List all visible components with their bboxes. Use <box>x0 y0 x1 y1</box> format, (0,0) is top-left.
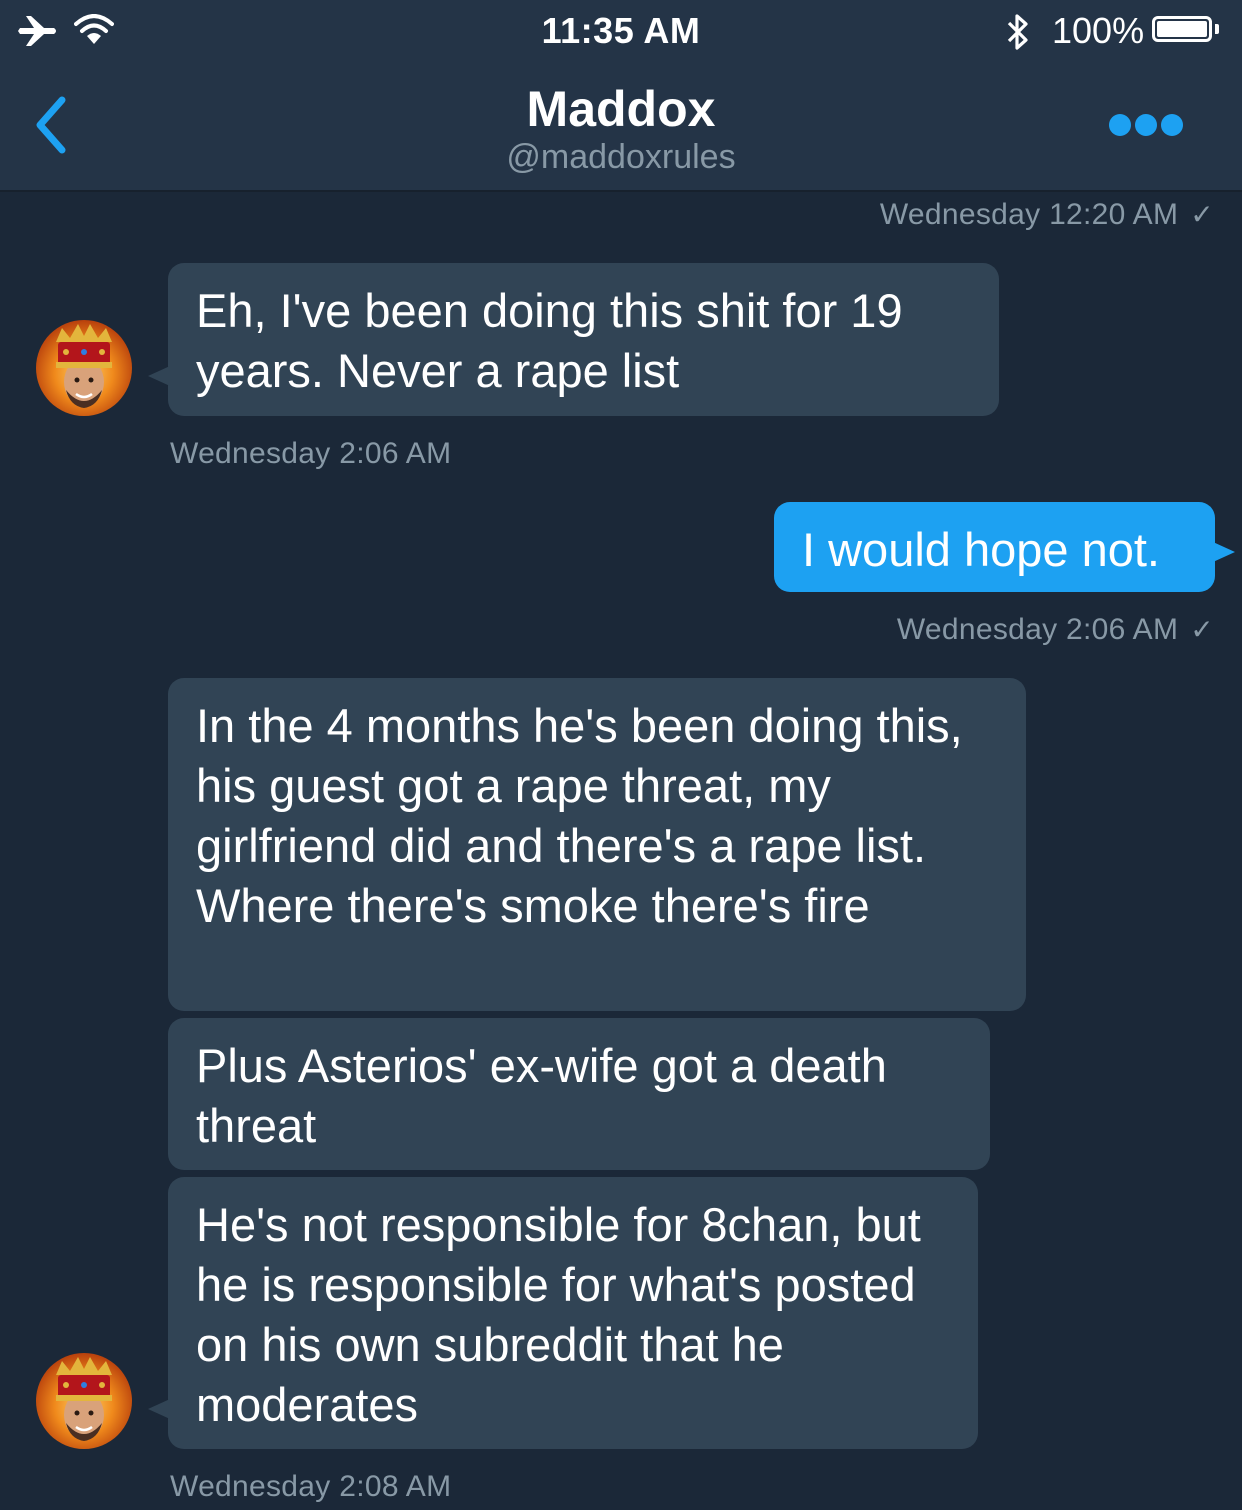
message-bubble[interactable]: He's not responsible for 8chan, but he i… <box>168 1177 978 1449</box>
timestamp-text: Wednesday 2:06 AM <box>896 613 1179 646</box>
battery-icon <box>1152 16 1212 42</box>
message-bubble[interactable]: Plus Asterios' ex-wife got a death threa… <box>168 1018 990 1170</box>
bubble-tail <box>148 1399 170 1419</box>
timestamp-text: Wednesday 12:20 AM <box>879 198 1179 231</box>
message-text: Eh, I've been doing this shit for 19 yea… <box>196 284 903 397</box>
avatar[interactable] <box>36 1353 132 1449</box>
message-timestamp: Wednesday 12:20 AM ✓ <box>700 198 1214 232</box>
bubble-tail <box>1213 542 1235 562</box>
message-bubble[interactable]: I would hope not. <box>774 502 1215 592</box>
bubble-tail <box>148 366 170 386</box>
conversation-handle: @maddoxrules <box>506 138 736 176</box>
avatar[interactable] <box>36 320 132 416</box>
read-check-icon: ✓ <box>1190 614 1214 645</box>
message-text: I would hope not. <box>802 523 1160 576</box>
message-text: He's not responsible for 8chan, but he i… <box>196 1198 921 1431</box>
top-bar: 11:35 AM 100% Maddox @maddoxrules <box>0 0 1242 192</box>
battery-tip <box>1215 24 1219 34</box>
message-timestamp: Wednesday 2:06 AM <box>170 437 452 470</box>
conversation-title: Maddox <box>526 81 716 137</box>
message-text: In the 4 months he's been doing this, hi… <box>196 699 963 932</box>
message-bubble[interactable]: In the 4 months he's been doing this, hi… <box>168 678 1026 1011</box>
more-options-button[interactable] <box>1105 110 1187 140</box>
message-text: Plus Asterios' ex-wife got a death threa… <box>196 1039 887 1152</box>
read-check-icon: ✓ <box>1190 199 1214 230</box>
battery-level <box>1157 21 1207 37</box>
bluetooth-icon <box>1007 14 1028 50</box>
message-timestamp: Wednesday 2:08 AM <box>170 1470 452 1503</box>
battery-percent: 100% <box>1052 10 1145 51</box>
message-bubble[interactable]: Eh, I've been doing this shit for 19 yea… <box>168 263 999 416</box>
message-timestamp: Wednesday 2:06 AM ✓ <box>700 613 1214 647</box>
ellipsis-icon <box>1109 114 1183 136</box>
